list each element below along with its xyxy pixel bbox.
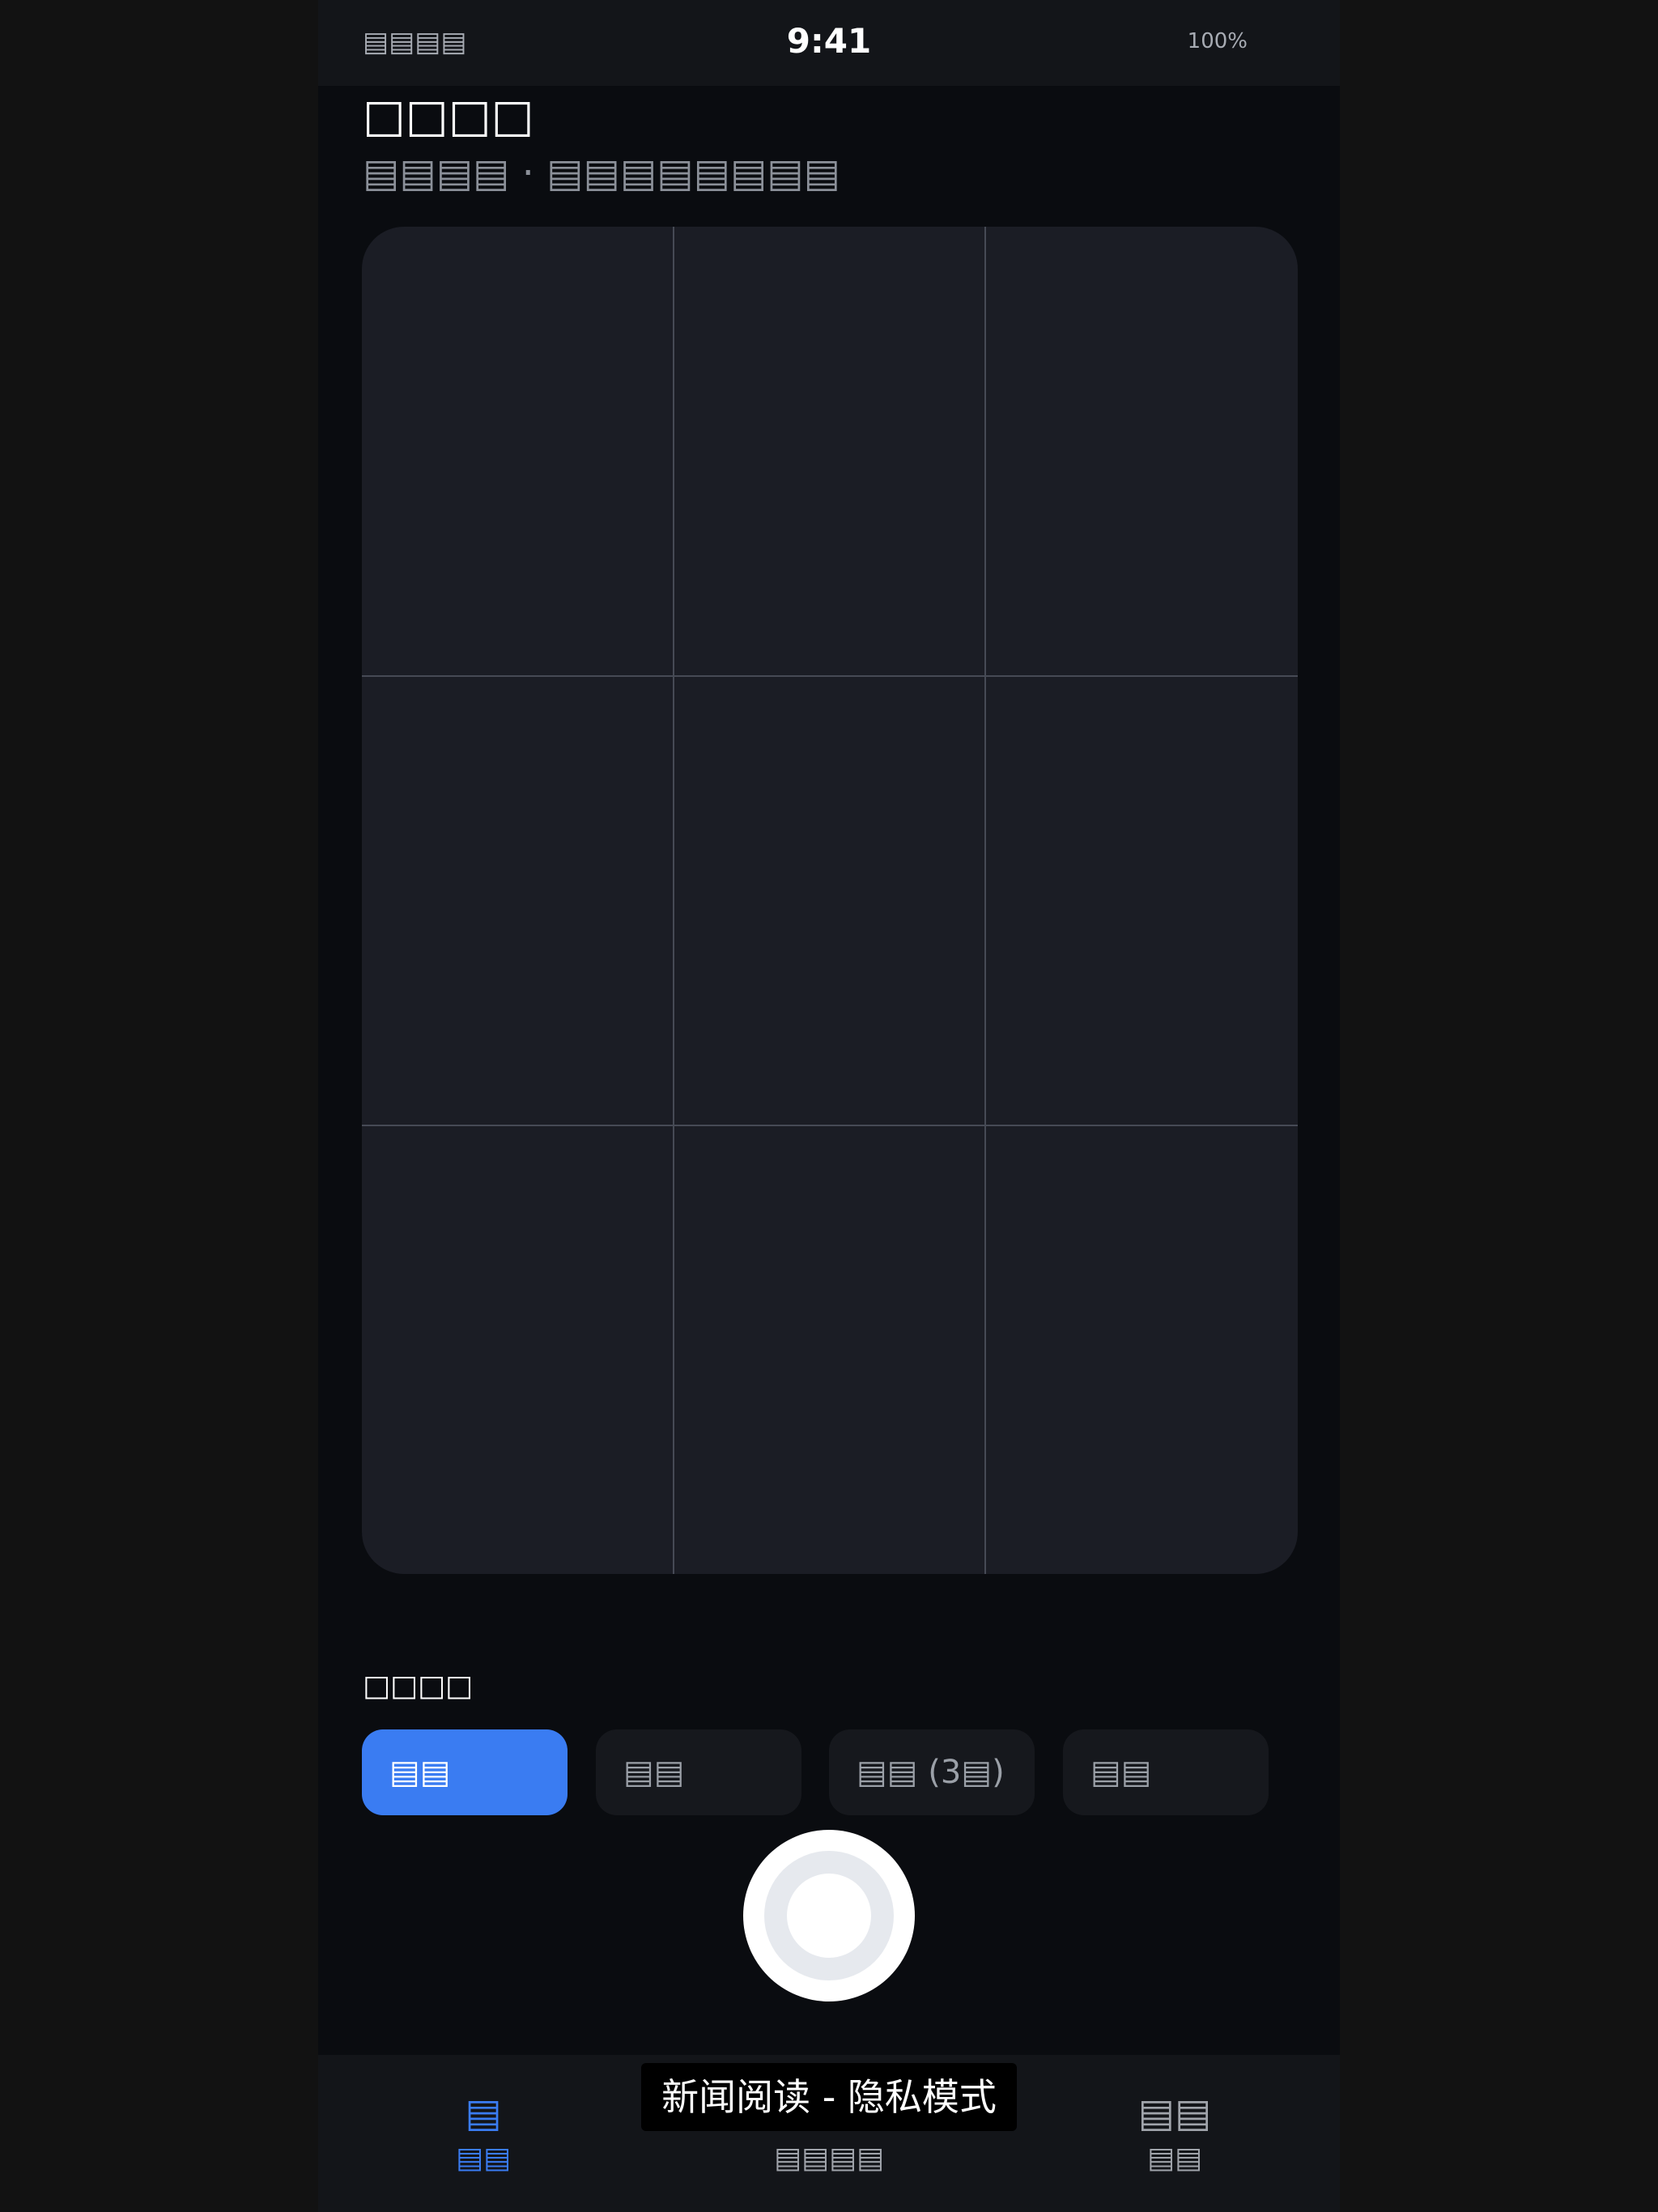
page-subtitle: ▤▤▤▤ · ▤▤▤▤▤▤▤▤ [363,151,840,196]
tab-1[interactable]: ▤ ▤▤ [386,2055,580,2212]
grid-line-vertical-1 [673,227,674,1574]
grid-line-vertical-2 [984,227,986,1574]
mode-button-4[interactable]: ▤▤ [1063,1729,1269,1815]
grid-line-horizontal-2 [362,1125,1298,1126]
camera-viewfinder[interactable] [362,227,1298,1574]
mode-button-1[interactable]: ▤▤ [362,1729,568,1815]
shutter-ring [764,1851,894,1980]
battery-level: 100% [1187,29,1248,53]
grid-line-horizontal-1 [362,675,1298,677]
toast-notification: 新闻阅读 - 隐私模式 [641,2063,1017,2131]
tab-3-icon: ▤▤ [1137,2091,1212,2136]
mode-button-3[interactable]: ▤▤ (3▤) [829,1729,1035,1815]
tab-1-label: ▤▤ [455,2142,512,2175]
tab-2-label: ▤▤▤▤ [773,2142,885,2175]
page-title: □□□□ [363,90,534,143]
tab-3-label: ▤▤ [1146,2142,1203,2175]
phone-screen: ▤▤▤▤ 9:41 100% □□□□ ▤▤▤▤ · ▤▤▤▤▤▤▤▤ □□□□… [318,0,1340,2212]
status-bar: ▤▤▤▤ 9:41 100% [318,0,1340,86]
shutter-button[interactable] [743,1830,915,2001]
mode-button-2[interactable]: ▤▤ [596,1729,801,1815]
tab-1-icon: ▤ [465,2091,502,2136]
capture-mode-label: □□□□ [363,1670,474,1703]
shutter-button-icon [787,1874,871,1958]
tab-3[interactable]: ▤▤ ▤▤ [1078,2055,1272,2212]
